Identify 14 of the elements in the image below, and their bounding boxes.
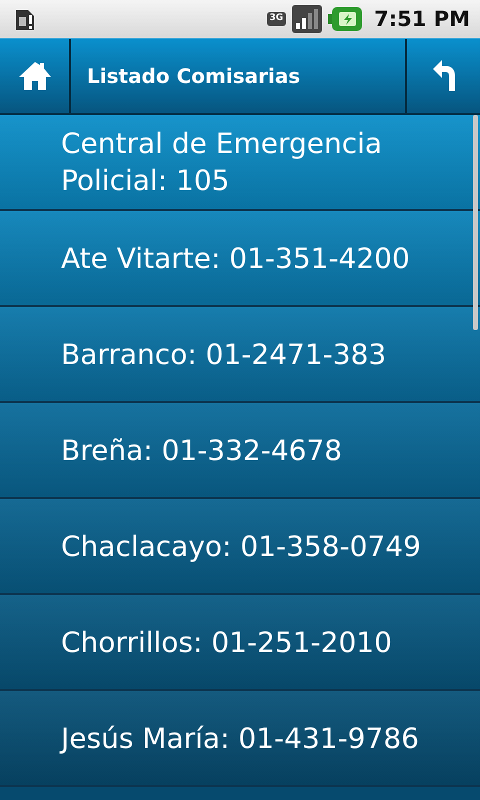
list-item[interactable]: Barranco: 01-2471-383 <box>0 307 480 403</box>
list-item[interactable]: Breña: 01-332-4678 <box>0 403 480 499</box>
screen-title: Listado Comisarias <box>86 63 302 90</box>
signal-icon <box>292 5 322 33</box>
clock: 7:51 PM <box>374 7 470 31</box>
list-item[interactable]: Central de Emergencia Policial: 105 <box>0 115 480 211</box>
list-item[interactable]: Chorrillos: 01-251-2010 <box>0 595 480 691</box>
network-type-indicator: 3G <box>266 12 286 26</box>
list-item[interactable]: Ate Vitarte: 01-351-4200 <box>0 211 480 307</box>
home-icon <box>18 60 52 92</box>
battery-icon <box>328 7 362 31</box>
list-item[interactable]: Jesús María: 01-431-9786 <box>0 691 480 787</box>
back-arrow-icon <box>430 59 456 93</box>
list-item[interactable]: Chaclacayo: 01-358-0749 <box>0 499 480 595</box>
